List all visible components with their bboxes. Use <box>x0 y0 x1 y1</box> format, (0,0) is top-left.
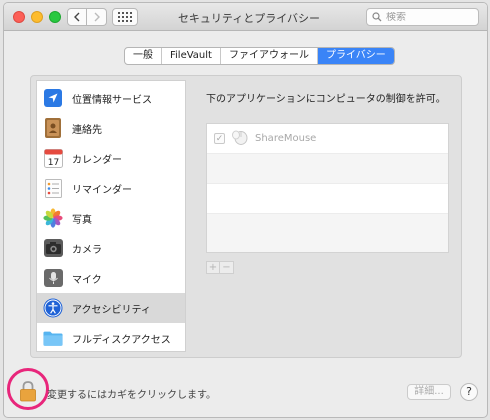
preferences-window: セキュリティとプライバシー 一般 FileVault ファイアウォール プライバ… <box>3 2 488 418</box>
sidebar-item-label: リマインダー <box>72 184 132 196</box>
tab-general[interactable]: 一般 <box>125 48 162 64</box>
sidebar-item-label: 連絡先 <box>72 124 102 136</box>
sidebar-item-reminders[interactable]: リマインダー <box>37 173 185 203</box>
accessibility-icon <box>43 298 63 318</box>
sidebar-item-location-services[interactable]: 位置情報サービス <box>37 83 185 113</box>
tab-bar: 一般 FileVault ファイアウォール プライバシー <box>124 47 395 65</box>
sidebar-item-camera[interactable]: カメラ <box>37 233 185 263</box>
grid-icon <box>118 12 132 22</box>
sidebar-item-label: カメラ <box>72 244 102 256</box>
sidebar-item-label: 写真 <box>72 214 92 226</box>
sidebar-item-label: マイク <box>72 274 102 286</box>
sharemouse-app-icon <box>231 129 249 148</box>
show-all-button[interactable] <box>112 8 138 26</box>
close-window-button[interactable] <box>13 11 25 23</box>
empty-list-row <box>207 184 448 214</box>
tab-filevault[interactable]: FileVault <box>162 48 221 64</box>
zoom-window-button[interactable] <box>49 11 61 23</box>
sidebar-item-contacts[interactable]: 連絡先 <box>37 113 185 143</box>
app-enable-checkbox[interactable]: ✓ <box>214 133 225 144</box>
sidebar-item-label: アクセシビリティ <box>72 304 151 316</box>
pane-description: 下のアプリケーションにコンピュータの制御を許可。 <box>206 94 446 105</box>
back-button[interactable] <box>67 8 87 26</box>
sidebar-item-photos[interactable]: 写真 <box>37 203 185 233</box>
camera-icon <box>43 238 63 258</box>
photos-icon <box>43 208 63 228</box>
help-button[interactable]: ? <box>460 383 478 401</box>
list-item[interactable]: ✓ ShareMouse <box>207 124 448 154</box>
minimize-window-button[interactable] <box>31 11 43 23</box>
highlight-circle-annotation <box>7 368 49 410</box>
privacy-panel: 位置情報サービス 連絡先 17 カレンダー リマインダー 写真 カメラ マイク … <box>30 75 462 358</box>
contacts-book-icon <box>43 118 63 138</box>
advanced-details-button[interactable]: 詳細... <box>407 384 451 400</box>
tab-firewall[interactable]: ファイアウォール <box>221 48 318 64</box>
empty-list-row <box>207 154 448 184</box>
privacy-category-list[interactable]: 位置情報サービス 連絡先 17 カレンダー リマインダー 写真 カメラ マイク … <box>36 80 186 352</box>
forward-button[interactable] <box>87 8 107 26</box>
sidebar-item-calendar[interactable]: 17 カレンダー <box>37 143 185 173</box>
sidebar-item-accessibility[interactable]: アクセシビリティ <box>37 293 185 323</box>
empty-list-row <box>207 214 448 252</box>
sidebar-item-label: 位置情報サービス <box>72 94 152 106</box>
sidebar-item-label: フルディスクアクセス <box>72 334 171 346</box>
microphone-icon <box>43 268 63 288</box>
location-arrow-icon <box>43 88 63 108</box>
allowed-apps-list[interactable]: ✓ ShareMouse <box>206 123 449 253</box>
sidebar-item-label: カレンダー <box>72 154 122 166</box>
add-remove-controls: + − <box>206 261 234 274</box>
search-field[interactable] <box>366 8 479 26</box>
sidebar-item-microphone[interactable]: マイク <box>37 263 185 293</box>
search-input[interactable] <box>386 11 476 23</box>
svg-text:17: 17 <box>47 158 58 168</box>
folder-icon <box>43 328 63 348</box>
title-bar: セキュリティとプライバシー <box>4 3 487 31</box>
reminders-icon <box>43 178 63 198</box>
chevron-right-icon <box>94 12 100 22</box>
remove-app-button[interactable]: − <box>220 261 234 274</box>
app-name: ShareMouse <box>255 133 317 144</box>
tab-privacy[interactable]: プライバシー <box>317 48 394 64</box>
sidebar-item-full-disk-access[interactable]: フルディスクアクセス <box>37 323 185 353</box>
lock-hint-text: 変更するにはカギをクリックします。 <box>47 390 216 401</box>
add-app-button[interactable]: + <box>206 261 220 274</box>
chevron-left-icon <box>74 12 80 22</box>
window-title: セキュリティとプライバシー <box>177 12 321 25</box>
calendar-icon: 17 <box>43 148 63 168</box>
search-icon <box>372 12 382 22</box>
